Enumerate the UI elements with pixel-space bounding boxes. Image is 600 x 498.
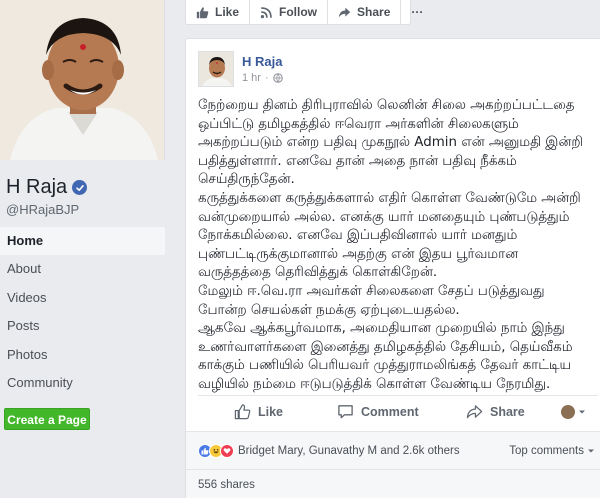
nav-item-photos[interactable]: Photos [0,341,165,369]
post-action-bar: Like Comment Share [198,395,598,427]
love-reaction-icon [220,443,234,458]
page-handle[interactable]: @HRajaBJP [6,202,79,217]
post-like-button[interactable]: Like [234,403,283,420]
post-paragraph: நேற்றைய தினம் திரிபுராவில் லெனின் சிலை அ… [198,98,583,188]
post-like-label: Like [258,404,284,419]
reaction-names[interactable]: Bridget Mary, Gunavathy M and 2.6k other… [238,445,460,457]
reaction-icons[interactable] [198,443,234,458]
post-paragraph: மேலும் ஈ.வெ.ரா அவர்கள் சிலைகளை சேதப் படு… [198,283,545,318]
nav-item-home[interactable]: Home [0,227,165,256]
nav-item-videos[interactable]: Videos [0,284,165,312]
profile-photo[interactable] [0,0,165,160]
page-follow-label: Follow [279,5,318,19]
page-like-label: Like [215,5,240,19]
profile-portrait [0,0,164,160]
page-name-text: H Raja [6,176,68,198]
page-actions-bar: Like Follow Share ··· [185,0,423,25]
page-like-button[interactable]: Like [186,0,251,25]
comment-sort-label: Top comments [509,444,584,457]
comment-sort-dropdown[interactable]: Top comments [509,445,595,457]
caret-down-icon [588,449,594,452]
share-as-selector[interactable] [561,404,586,419]
left-column: H Raja @HRajaBJP Home About Videos Posts… [0,0,175,498]
post-share-label: Share [490,404,525,419]
caret-down-icon [579,410,585,413]
thumbs-up-icon [196,6,209,18]
viewer-avatar [561,404,575,419]
page-share-button[interactable]: Share [328,0,402,25]
post-comment-label: Comment [361,404,419,419]
page-more-button[interactable]: ··· [401,0,433,25]
page-name[interactable]: H Raja [6,176,88,199]
rss-icon [260,6,272,18]
reactions-summary: Bridget Mary, Gunavathy M and 2.6k other… [186,431,600,469]
share-arrow-icon [466,405,483,419]
post-comment-button[interactable]: Comment [337,403,419,420]
verified-icon [72,180,88,195]
nav-item-posts[interactable]: Posts [0,312,165,340]
thumbs-up-icon [234,404,251,420]
post-paragraph: கருத்துக்களை கருத்துக்களால் எதிர் கொள்ள … [198,190,581,281]
comment-icon [338,405,353,419]
page-follow-button[interactable]: Follow [250,0,329,25]
post-meta: 1 hr · [242,72,283,84]
author-avatar[interactable] [198,51,234,87]
meta-separator: · [264,72,269,84]
post-time[interactable]: 1 hr [242,72,261,84]
post-share-button[interactable]: Share [466,403,525,420]
nav-item-about[interactable]: About [0,255,165,283]
post-author[interactable]: H Raja [242,54,282,69]
post-card: H Raja 1 hr · நேற்றைய தினம் திரிபுராவில்… [185,38,600,498]
post-paragraph: ஆகவே ஆக்கபூர்வமாக, அமைதியான முறையில் நாம… [198,321,573,392]
share-arrow-icon [338,7,351,17]
create-page-button[interactable]: Create a Page [4,408,90,430]
page-nav: Home About Videos Posts Photos Community [0,227,165,397]
post-body: நேற்றைய தினம் திரிபுராவில் லெனின் சிலை அ… [198,97,593,395]
nav-item-community[interactable]: Community [0,369,165,397]
shares-count-row: 556 shares [186,469,600,498]
shares-count[interactable]: 556 shares [198,479,255,491]
page-share-label: Share [357,5,391,19]
globe-icon [272,73,283,83]
avatar-portrait [199,52,233,86]
